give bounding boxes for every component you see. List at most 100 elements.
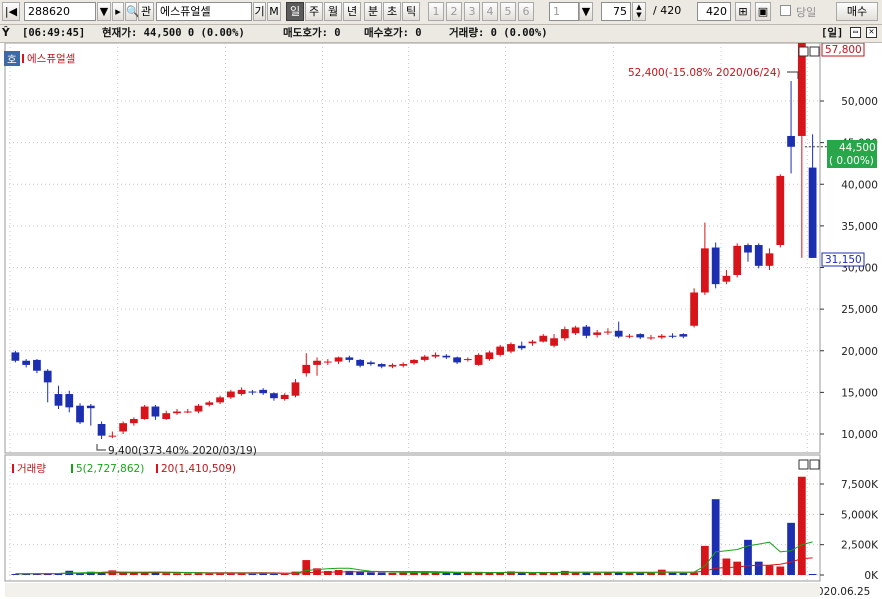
price-tick-label: 40,000	[841, 179, 878, 191]
price-tick-label: 35,000	[841, 221, 878, 233]
volume-bar	[560, 570, 569, 575]
candle-body	[571, 327, 580, 334]
ki-button[interactable]: 기	[253, 2, 266, 21]
max-price-annotation: 52,400(-15.08% 2020/06/24)	[628, 67, 781, 79]
pin-icon[interactable]: Ŷ	[2, 25, 10, 42]
candle-body	[86, 405, 95, 409]
volume-bar	[453, 572, 461, 575]
volume-bar	[668, 572, 677, 575]
period-week-tab[interactable]: 주	[305, 2, 323, 21]
price-tick-label: 25,000	[841, 304, 878, 316]
volume-bar	[776, 566, 785, 575]
stock-code-input[interactable]: 288620	[24, 2, 96, 21]
period-day-tab[interactable]: 일	[286, 2, 304, 21]
candle-body	[162, 413, 171, 420]
candle-body	[808, 167, 817, 258]
multiplier-3-button[interactable]: 3	[464, 2, 480, 21]
next-arrow-icon[interactable]: ▸	[112, 2, 124, 21]
price-pane[interactable]	[4, 43, 821, 454]
candle-body	[701, 248, 709, 293]
volume-bar	[485, 572, 494, 575]
related-button[interactable]: 관	[138, 2, 154, 21]
candle-body	[323, 361, 332, 363]
today-checkbox[interactable]	[780, 5, 791, 16]
candle-body	[356, 359, 365, 366]
stock-name-field[interactable]: 에스퓨얼셀	[156, 2, 252, 21]
candle-body	[647, 337, 655, 339]
count-field-2[interactable]: 420	[697, 2, 731, 21]
multiplier-1-button[interactable]: 1	[428, 2, 444, 21]
candle-body	[237, 389, 246, 395]
toolbar: |◀ 288620 ▼ ▸ 🔍 관 에스퓨얼셀 기 M 일 주 월 년 분 초 …	[0, 0, 882, 25]
price-tick-label: 50,000	[841, 96, 878, 108]
side-tag[interactable]: 호	[7, 54, 17, 66]
candle-body	[345, 357, 354, 360]
first-record-icon[interactable]: |◀	[2, 2, 20, 21]
candle-body	[388, 364, 397, 367]
period-minute-tab[interactable]: 분	[364, 2, 382, 21]
status-bar: Ŷ [06:49:45] 현재가: 44,500 0 (0.00%) 매도호가:…	[0, 25, 882, 43]
volume-bar	[797, 476, 806, 575]
candle-body	[43, 370, 52, 383]
search-icon[interactable]: 🔍	[125, 2, 140, 21]
period-second-tab[interactable]: 초	[383, 2, 401, 21]
close-icon[interactable]: ✕	[866, 27, 877, 38]
status-current-price: 현재가: 44,500 0 (0.00%)	[102, 27, 245, 39]
price-tick-label: 15,000	[841, 387, 878, 399]
volume-bar	[388, 572, 397, 575]
period-tick-tab[interactable]: 틱	[402, 2, 420, 21]
volume-bar	[248, 573, 257, 575]
buy-button[interactable]: 매수	[836, 2, 878, 21]
price-pane-close-icon[interactable]	[809, 46, 820, 57]
candle-body	[194, 405, 203, 412]
multiplier-2-button[interactable]: 2	[446, 2, 462, 21]
volume-legend-marker	[12, 464, 14, 473]
price-tick-label: 10,000	[841, 429, 878, 441]
volume-bar	[765, 565, 774, 575]
price-pane-maximize-icon[interactable]	[798, 46, 809, 57]
candle-body	[776, 175, 785, 246]
volume-bar	[711, 499, 720, 575]
candle-body	[431, 354, 440, 357]
volume-pane-maximize-icon[interactable]	[798, 459, 809, 470]
candle-body	[474, 354, 483, 365]
volume-bar	[194, 573, 203, 575]
legend-marker	[22, 54, 24, 63]
candle-body	[291, 382, 300, 396]
interval-dropdown-icon[interactable]: ▼	[579, 2, 593, 21]
candle-body	[65, 394, 74, 408]
period-year-tab[interactable]: 년	[343, 2, 361, 21]
volume-bar	[722, 558, 731, 575]
volume-bar	[679, 573, 688, 575]
add-indicator-icon[interactable]: ⊞	[735, 2, 751, 21]
period-month-tab[interactable]: 월	[324, 2, 342, 21]
candle-body	[614, 330, 623, 337]
volume-pane-close-icon[interactable]	[809, 459, 820, 470]
multiplier-5-button[interactable]: 5	[500, 2, 516, 21]
count-spinner-icon[interactable]: ▲ ▼	[632, 2, 646, 21]
candle-body	[280, 394, 289, 400]
count-input[interactable]: 75	[601, 2, 631, 21]
m-button[interactable]: M	[267, 2, 281, 21]
volume-bar	[690, 572, 698, 575]
candle-body	[108, 435, 117, 437]
candle-body	[205, 402, 214, 405]
candle-body	[744, 245, 752, 253]
candle-body	[11, 352, 20, 361]
candle-body	[151, 406, 160, 417]
candle-body	[334, 357, 343, 362]
multiplier-4-button[interactable]: 4	[482, 2, 498, 21]
volume-bar	[173, 573, 181, 575]
candle-body	[22, 360, 31, 365]
save-icon[interactable]: ▣	[755, 2, 771, 21]
interval-select[interactable]: 1	[549, 2, 579, 21]
candle-body	[668, 335, 677, 337]
restore-icon[interactable]: ▭	[850, 27, 861, 38]
candle-body	[119, 423, 127, 432]
price-volume-chart[interactable]: 50,00045,00040,00035,00030,00025,00020,0…	[0, 43, 882, 599]
candle-body	[636, 334, 645, 338]
status-ask: 매도호가: 0	[283, 27, 341, 39]
multiplier-6-button[interactable]: 6	[518, 2, 534, 21]
volume-bar	[367, 572, 375, 575]
code-dropdown-icon[interactable]: ▼	[97, 2, 111, 21]
